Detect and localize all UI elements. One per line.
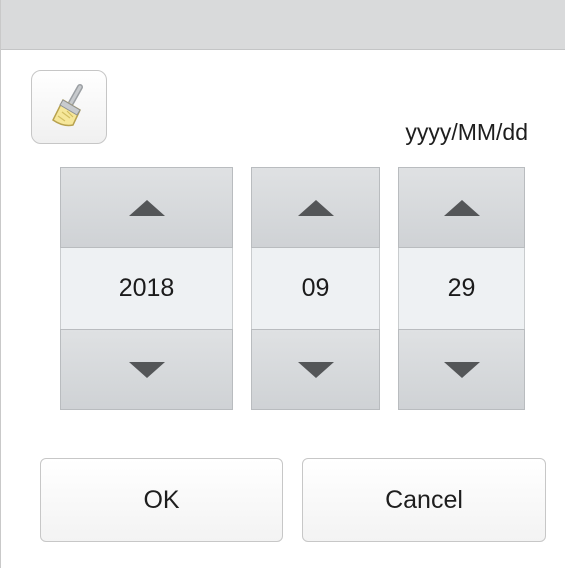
triangle-up-icon xyxy=(443,199,480,216)
year-increment-button[interactable] xyxy=(60,167,233,248)
day-spinner: 29 xyxy=(398,167,525,410)
year-decrement-button[interactable] xyxy=(60,329,233,410)
triangle-down-icon xyxy=(128,361,165,378)
year-spinner: 2018 xyxy=(60,167,233,410)
triangle-up-icon xyxy=(297,199,334,216)
triangle-down-icon xyxy=(297,361,334,378)
day-increment-button[interactable] xyxy=(398,167,525,248)
triangle-up-icon xyxy=(128,199,165,216)
month-decrement-button[interactable] xyxy=(251,329,380,410)
triangle-down-icon xyxy=(443,361,480,378)
title-bar[interactable] xyxy=(1,0,565,50)
date-format-label: yyyy/MM/dd xyxy=(405,119,528,145)
day-decrement-button[interactable] xyxy=(398,329,525,410)
month-value[interactable]: 09 xyxy=(251,248,380,329)
day-value[interactable]: 29 xyxy=(398,248,525,329)
year-value[interactable]: 2018 xyxy=(60,248,233,329)
date-picker-dialog: yyyy/MM/dd 2018 09 29 OK Cancel xyxy=(0,0,565,568)
month-increment-button[interactable] xyxy=(251,167,380,248)
cancel-button[interactable]: Cancel xyxy=(302,458,546,542)
clear-button[interactable] xyxy=(31,70,107,144)
month-spinner: 09 xyxy=(251,167,380,410)
broom-icon xyxy=(52,84,83,127)
ok-button[interactable]: OK xyxy=(40,458,283,542)
